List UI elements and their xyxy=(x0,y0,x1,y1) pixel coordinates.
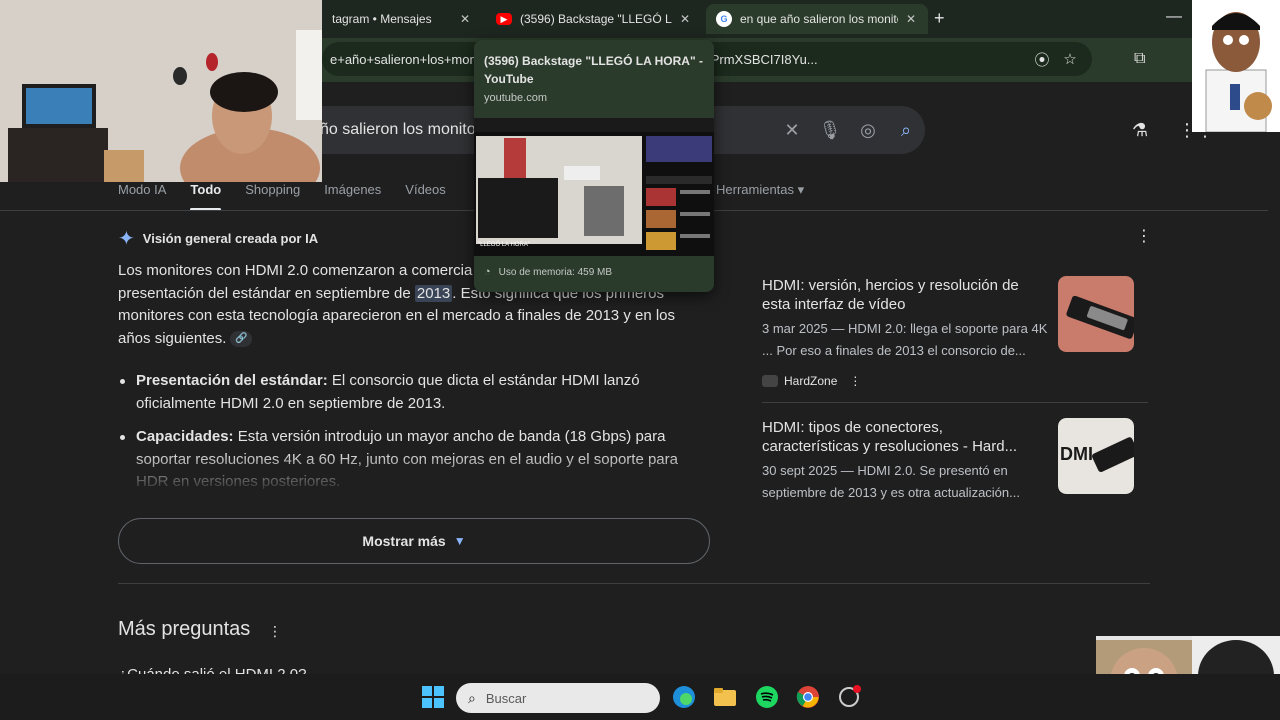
card-divider xyxy=(762,402,1148,403)
spotify-icon[interactable] xyxy=(755,685,779,709)
more-questions-heading: Más preguntas xyxy=(118,618,251,640)
tab-videos[interactable]: Vídeos xyxy=(405,182,445,210)
new-tab-icon[interactable]: + xyxy=(934,8,945,29)
extensions-icon[interactable]: ⧉ xyxy=(1134,50,1145,68)
avatar-overlay xyxy=(1192,0,1280,132)
microphone-icon[interactable]: 🎙 xyxy=(811,120,849,141)
list-item: Presentación del estándar: El consorcio … xyxy=(118,370,708,415)
edge-icon[interactable] xyxy=(672,685,696,709)
search-icon: ⌕ xyxy=(468,689,476,706)
minimize-icon[interactable]: — xyxy=(1166,8,1182,26)
link-icon[interactable]: 🔗 xyxy=(230,330,253,347)
question-item[interactable]: ¿Cuándo salió el HDMI 2.0? xyxy=(118,666,306,674)
sparkle-icon: ✦ xyxy=(118,228,135,250)
preview-url: youtube.com xyxy=(484,92,547,104)
preview-thumb-caption: "LLEGÓ LA HORA" xyxy=(478,242,530,248)
tab-google[interactable]: G en que año salieron los monito ✕ xyxy=(706,4,928,34)
labs-flask-icon[interactable]: ⚗ xyxy=(1132,120,1148,141)
tab-title: tagram • Mensajes xyxy=(332,12,432,26)
taskbar-search-placeholder: Buscar xyxy=(485,690,527,706)
taskbar-search[interactable]: ⌕ Buscar xyxy=(456,683,660,713)
highlight-year: 2013 xyxy=(414,284,453,302)
tab-title: (3596) Backstage "LLEGÓ LA HC xyxy=(520,12,672,26)
more-options-icon[interactable]: ⋮ xyxy=(268,623,282,640)
app-with-notification-icon[interactable] xyxy=(837,685,861,709)
file-explorer-icon[interactable] xyxy=(713,685,737,709)
source-card[interactable]: HDMI: tipos de conectores, característic… xyxy=(748,418,1150,500)
close-icon[interactable]: ✕ xyxy=(678,12,692,26)
webcam-overlay xyxy=(0,0,322,182)
section-divider xyxy=(118,583,1150,584)
tab-instagram[interactable]: tagram • Mensajes ✕ xyxy=(322,4,482,34)
text-fade xyxy=(118,452,718,492)
card-thumbnail-text: DMI xyxy=(1060,444,1093,464)
ai-overview-title: Visión general creada por IA xyxy=(142,231,319,246)
ai-para-d: monitores con esta tecnología apareciero… xyxy=(118,307,676,324)
tab-youtube[interactable]: ▶ (3596) Backstage "LLEGÓ LA HC ✕ xyxy=(486,4,702,34)
tab-todo[interactable]: Todo xyxy=(190,182,221,211)
ai-overview-heading: ✦ Visión general creada por IA xyxy=(118,226,318,251)
clear-icon[interactable]: ✕ xyxy=(773,120,811,141)
source-name: HardZone xyxy=(784,374,838,388)
ai-para-a: Los monitores con HDMI 2.0 comenzaron a … xyxy=(118,262,473,279)
tools-label: Herramientas xyxy=(716,182,795,197)
search-icon[interactable]: ⌕ xyxy=(887,120,925,141)
memory-gauge-icon: ◔ xyxy=(484,266,491,278)
show-more-label: Mostrar más xyxy=(362,533,446,549)
card-title[interactable]: HDMI: tipos de conectores, característic… xyxy=(762,418,1042,456)
google-icon: G xyxy=(716,11,732,27)
tab-title: en que año salieron los monito xyxy=(740,12,898,26)
more-options-icon[interactable]: ⋮ xyxy=(849,374,861,388)
youtube-icon: ▶ xyxy=(496,13,512,25)
bullet-label: Presentación del estándar: xyxy=(136,372,328,389)
memory-text: Uso de memoria: 459 MB xyxy=(498,266,613,278)
chevron-down-icon: ▾ xyxy=(797,182,805,197)
search-nav-tabs: Modo IA Todo Shopping Imágenes Vídeos xyxy=(118,182,470,211)
chevron-down-icon: ▼ xyxy=(453,534,466,548)
preview-title: (3596) Backstage "LLEGÓ LA HORA" - YouTu… xyxy=(484,54,703,86)
bullet-label: Capacidades: xyxy=(136,428,234,445)
preview-memory: ◔ Uso de memoria: 459 MB xyxy=(484,266,612,278)
windows-start-icon[interactable] xyxy=(421,685,445,709)
ai-para-b: presentación del estándar en septiembre … xyxy=(118,284,415,302)
tab-modo-ia[interactable]: Modo IA xyxy=(118,182,166,210)
preview-thumbnail xyxy=(474,118,714,256)
tab-shopping[interactable]: Shopping xyxy=(245,182,300,210)
ai-para-e: años siguientes. xyxy=(118,329,227,347)
chrome-icon[interactable] xyxy=(796,685,820,709)
close-icon[interactable]: ✕ xyxy=(904,12,918,26)
tab-imagenes[interactable]: Imágenes xyxy=(324,182,381,210)
tab-hover-preview: (3596) Backstage "LLEGÓ LA HORA" - YouTu… xyxy=(474,40,714,292)
card-title[interactable]: HDMI: versión, hercios y resolución de e… xyxy=(762,276,1042,314)
close-icon[interactable]: ✕ xyxy=(458,12,472,26)
location-icon[interactable]: ⦿ xyxy=(1028,49,1056,70)
more-options-icon[interactable]: ⋮ xyxy=(1136,226,1152,246)
card-thumbnail xyxy=(1058,276,1134,352)
card-source[interactable]: HardZone ⋮ xyxy=(762,374,861,388)
source-card[interactable]: HDMI: versión, hercios y resolución de e… xyxy=(748,276,1150,396)
show-more-button[interactable]: Mostrar más ▼ xyxy=(118,518,710,564)
lens-icon[interactable]: ◎ xyxy=(849,120,887,141)
card-snippet: 3 mar 2025 — HDMI 2.0: llega el soporte … xyxy=(762,321,1048,358)
hardzone-logo-icon xyxy=(762,375,778,387)
bookmark-star-icon[interactable]: ☆ xyxy=(1056,50,1084,68)
tools-dropdown[interactable]: Herramientas ▾ xyxy=(716,182,804,198)
card-snippet: 30 sept 2025 — HDMI 2.0. Se presentó en … xyxy=(762,463,1020,500)
windows-taskbar: ⌕ Buscar xyxy=(0,674,1280,720)
